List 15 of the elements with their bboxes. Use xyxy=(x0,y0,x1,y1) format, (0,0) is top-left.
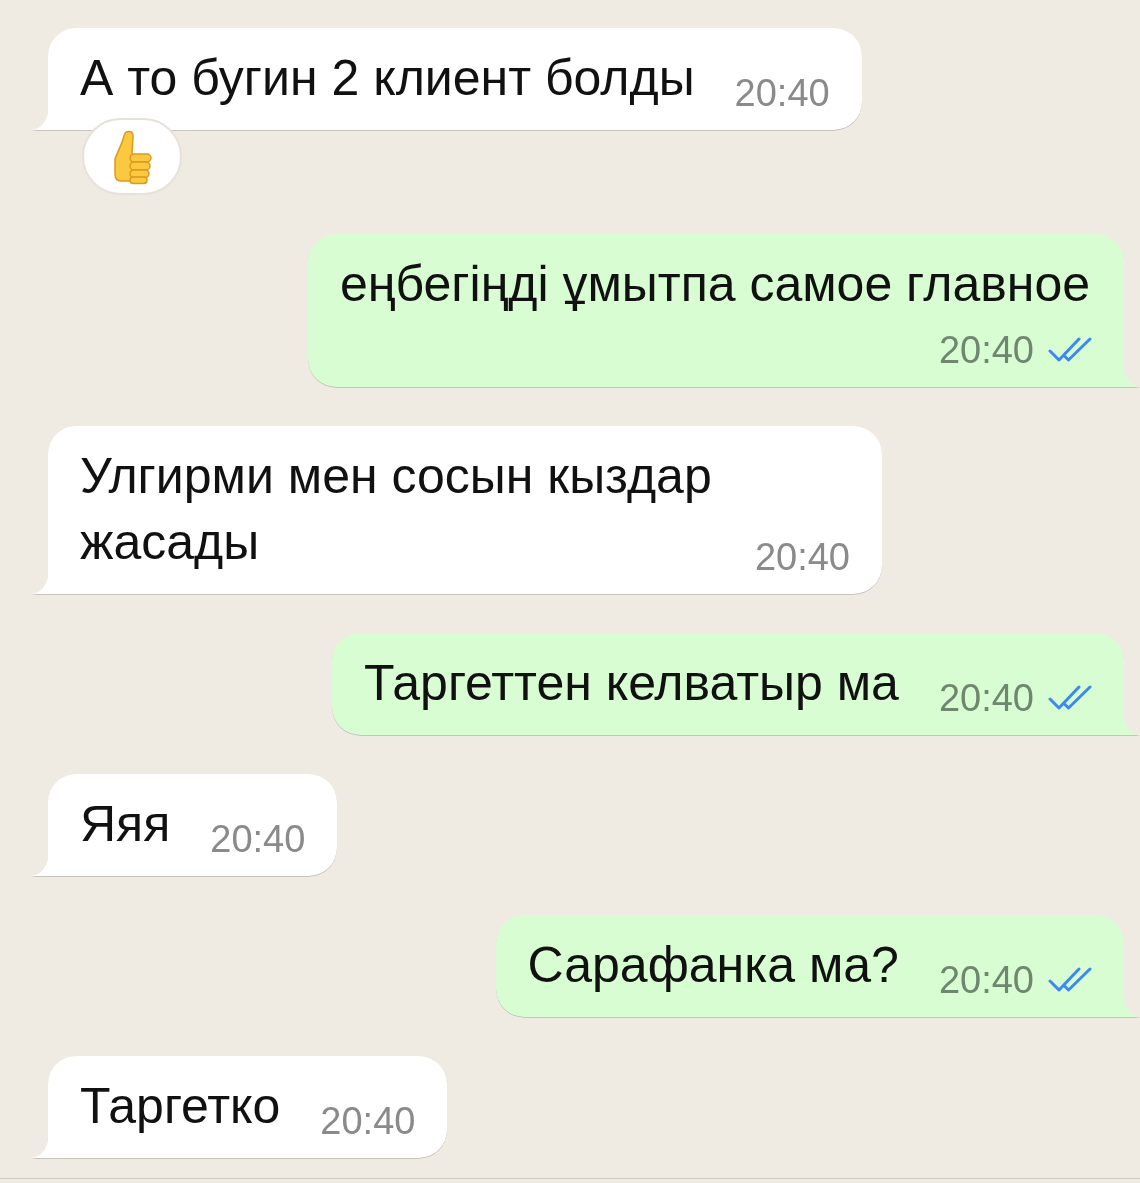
message-text: А то бугин 2 клиент болды xyxy=(80,49,695,108)
message-time: 20:40 xyxy=(734,75,830,111)
message-time: 20:40 xyxy=(938,332,1034,368)
message-time: 20:40 xyxy=(754,539,850,575)
message-text: Таргетко xyxy=(80,1077,281,1136)
message-text: Яяя xyxy=(80,795,171,854)
message-text: Улгирми мен сосын кыздар жасады xyxy=(80,447,713,572)
thumbs-up-icon xyxy=(111,128,153,185)
message-time: 20:40 xyxy=(938,680,1034,716)
message-time: 20:40 xyxy=(210,821,306,857)
message-time: 20:40 xyxy=(320,1103,416,1139)
message-text: еңбегіңді ұмытпа самое главное xyxy=(340,255,1092,314)
message-time: 20:40 xyxy=(938,962,1034,998)
message-text: Сарафанка ма? xyxy=(527,936,899,995)
message-text: Таргеттен келватыр ма xyxy=(363,654,899,713)
